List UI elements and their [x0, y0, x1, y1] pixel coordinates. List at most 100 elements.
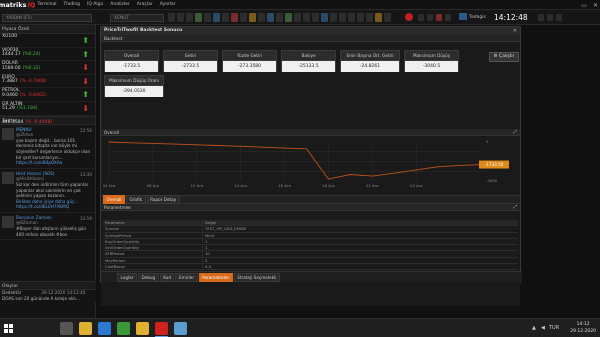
symbol-search-field[interactable]: XEMUT: [110, 13, 164, 22]
edge-icon[interactable]: [98, 322, 111, 335]
market-item-name: GR ALTIN: [2, 101, 23, 107]
event-row[interactable]: DOAS son 20 gününde A koleje aklı…: [0, 296, 96, 302]
stat-overall: Overall -1733.5: [104, 50, 159, 72]
profile-icon[interactable]: [556, 14, 562, 21]
menu-iq-algo[interactable]: IQ Algo: [84, 0, 107, 10]
warning-icon[interactable]: [436, 14, 442, 21]
settings-icon[interactable]: [303, 13, 310, 22]
run-button[interactable]: ⚙ Çalıştır: [489, 52, 519, 62]
menu-analizler[interactable]: Analizler: [107, 0, 133, 10]
layout-icon[interactable]: [312, 13, 319, 22]
expand-icon[interactable]: ⤢: [513, 204, 517, 211]
param-value[interactable]: 1: [203, 239, 518, 244]
bottom-tab[interactable]: Parametreler: [198, 272, 233, 282]
lock-icon[interactable]: [418, 14, 424, 21]
expand-icon[interactable]: ⤢: [513, 129, 517, 136]
analysis-icon[interactable]: [339, 13, 346, 22]
data-point: [284, 147, 285, 149]
avatar[interactable]: [2, 127, 14, 140]
indicator-icon[interactable]: [366, 13, 373, 22]
scanner-icon[interactable]: [267, 13, 274, 22]
sound-icon[interactable]: [174, 322, 187, 335]
param-value[interactable]: TEST_VIP_USD_EMIDE: [203, 226, 518, 231]
help-search-field[interactable]: YARDIM (F1): [2, 13, 92, 22]
tab-rapor-detay[interactable]: Rapor Detay: [146, 195, 180, 204]
windows-start-icon[interactable]: [4, 324, 13, 333]
market-item[interactable]: EURO 9.0460 (% -0.6462) ⬇: [0, 75, 95, 98]
depth-icon[interactable]: [204, 13, 211, 22]
alarm-icon[interactable]: [249, 13, 256, 22]
close-icon[interactable]: ✕: [513, 27, 517, 35]
connection-icon[interactable]: [427, 14, 433, 21]
market-item[interactable]: VIOP30 1589.00 (%0.32) ⬆: [0, 48, 95, 71]
avatar[interactable]: [2, 215, 14, 228]
param-value[interactable]: Min5: [203, 233, 518, 238]
avatar[interactable]: [2, 171, 14, 184]
bottom-tab[interactable]: Debug: [137, 272, 159, 282]
chart-icon[interactable]: [168, 13, 175, 22]
menu-araclar[interactable]: Araçlar: [133, 0, 156, 10]
maximize-button[interactable]: ▭: [581, 2, 587, 9]
menu-terminal[interactable]: Terminal: [34, 0, 60, 10]
ticker-icon[interactable]: [330, 13, 337, 22]
market-item[interactable]: DOLAR 7.3887 (% -0.7808) ⬇: [0, 61, 95, 84]
files-icon[interactable]: [136, 322, 149, 335]
bottom-tab[interactable]: Kod: [159, 272, 175, 282]
sector-icon[interactable]: [357, 13, 364, 22]
news-icon[interactable]: [213, 13, 220, 22]
report-icon[interactable]: [294, 13, 301, 22]
matriks-icon[interactable]: [155, 322, 168, 335]
tweet[interactable]: Borsanın Zamanı @BZaman 12:19 #Bayer dalı a…: [0, 213, 95, 241]
chrome-icon[interactable]: [117, 322, 130, 335]
tweet-link[interactable]: Birlikte daha iyiye daha güç… https://t.…: [16, 199, 92, 210]
screen-icon[interactable]: [445, 14, 451, 21]
list-icon[interactable]: [186, 13, 193, 22]
volume-icon[interactable]: ◀: [541, 325, 545, 331]
alert-icon[interactable]: [405, 13, 413, 21]
portfolio-icon[interactable]: [285, 13, 292, 22]
bottom-tab[interactable]: Emirler: [175, 272, 198, 282]
grid-icon[interactable]: [177, 13, 184, 22]
task-view-icon[interactable]: [60, 322, 73, 335]
param-value[interactable]: 2: [203, 258, 518, 263]
tab-grafik[interactable]: Grafik: [125, 195, 146, 204]
menu-ayarlar[interactable]: Ayarlar: [156, 0, 179, 10]
market-item[interactable]: PETROL 51.29 (%1.184) ⬆: [0, 88, 95, 111]
tweet-link[interactable]: https://t.co/oB4pOXAa: [16, 160, 92, 166]
bottom-tab[interactable]: Loglar: [117, 272, 137, 282]
tweet[interactable]: Hisit Hisseci (SOS) @HisitHisseci 13:30 Siz…: [0, 169, 95, 213]
tab-overall[interactable]: Overall: [103, 195, 125, 204]
close-button[interactable]: ✕: [593, 2, 598, 9]
notification-icon[interactable]: [547, 14, 553, 21]
param-value[interactable]: 1: [203, 245, 518, 250]
heatmap-icon[interactable]: [348, 13, 355, 22]
table-icon[interactable]: [222, 13, 229, 22]
calendar-icon[interactable]: [276, 13, 283, 22]
param-name: SellOrderQuantity: [103, 245, 203, 251]
stat-emir-basina: Emir Başına Ort. Getiri -24.8261: [340, 50, 400, 72]
last-value-label: -1733.50: [485, 162, 504, 167]
arrow-down-icon: ⬇: [82, 103, 89, 113]
help-icon[interactable]: [384, 13, 391, 22]
language-indicator[interactable]: TUR: [549, 325, 559, 331]
favorite-icon[interactable]: [375, 13, 382, 22]
watch-icon[interactable]: [240, 13, 247, 22]
market-item[interactable]: GR ALTIN 446.1584 (% -0.4908) ⬇: [0, 101, 95, 125]
app-logo[interactable]: matriks IQ: [0, 0, 35, 10]
explorer-icon[interactable]: [79, 322, 92, 335]
tweet[interactable]: MENNU @Zkhon 12:56 yoo kazım değil... borsa…: [0, 125, 95, 169]
param-value[interactable]: 10: [203, 251, 518, 256]
buy-icon[interactable]: [195, 13, 202, 22]
network-icon[interactable]: ▲: [532, 325, 536, 331]
param-value[interactable]: 4.5: [203, 264, 518, 269]
market-item[interactable]: XU100 1444.17 (%0.24) ⬆: [0, 34, 95, 57]
filter-icon[interactable]: [258, 13, 265, 22]
menu-trading[interactable]: Trading: [60, 0, 84, 10]
message-icon[interactable]: [538, 14, 544, 21]
sell-icon[interactable]: [231, 13, 238, 22]
bottom-tab[interactable]: Strateji Seçmelekli: [233, 272, 280, 282]
user-label[interactable]: Tadagis: [459, 13, 486, 22]
menu-bar: matriks IQ Terminal Trading IQ Algo Anali…: [0, 0, 600, 10]
algo-icon[interactable]: [321, 13, 328, 22]
taskbar-clock[interactable]: 14:12 29.12.2020: [570, 321, 596, 335]
